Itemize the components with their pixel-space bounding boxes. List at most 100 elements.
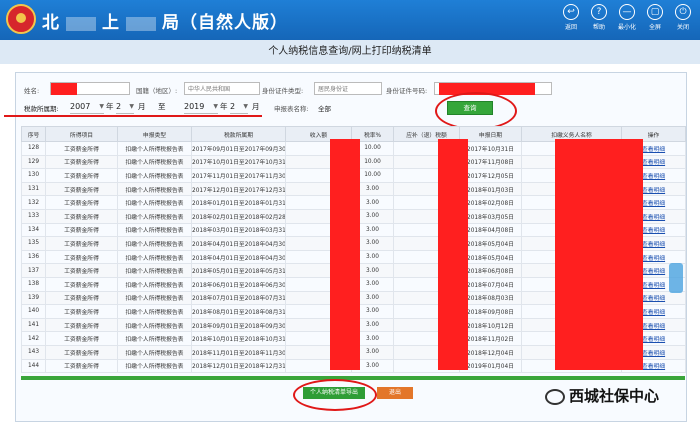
redaction-blur [66,17,96,32]
toolbar-label: 关闭 [676,24,689,31]
wechat-icon [545,388,565,405]
identity-row: 姓名: 国籍（地区）: 中华人民共和国 身份证件类型: 居民身份证 身份证件号码… [0,82,670,98]
table-cell: 2018年01月01日至2018年01月31 [191,195,286,210]
app-title-part1: 北 [42,13,60,32]
side-float-tab[interactable] [669,263,683,293]
column-header: 所得项目 [45,126,118,142]
table-cell: 134 [21,222,46,238]
year-unit-label: 年 [106,102,114,111]
table-cell: 2018年02月01日至2018年02月28 [191,208,286,224]
table-cell: 扣缴个人所得税报告表 [117,195,192,210]
to-month-value: 2 [230,102,236,111]
table-cell: 扣缴个人所得税报告表 [117,358,192,374]
table-cell: 扣缴个人所得税报告表 [117,344,192,360]
table-cell: 扣缴个人所得税报告表 [117,249,192,265]
column-header: 申报日期 [459,126,522,142]
toolbar-button-fullscreen[interactable]: ▢ 全屏 [644,4,666,31]
table-cell: 2017年09月01日至2017年09月30 [191,141,286,156]
table-cell: 工资薪金所得 [45,344,118,360]
to-year-value: 2019 [184,102,205,111]
table-cell: 2018年07月04日 [459,276,522,292]
table-cell: 工资薪金所得 [45,168,118,183]
table-cell: 工资薪金所得 [45,222,118,238]
table-cell: 2017年12月05日 [459,168,522,183]
table-cell: 扣缴个人所得税报告表 [117,154,192,170]
table-cell: 扣缴个人所得税报告表 [117,317,192,333]
table-cell: 2017年11月01日至2017年11月30 [191,168,286,183]
toolbar-button-help[interactable]: ? 帮助 [588,4,610,31]
table-cell: 扣缴个人所得税报告表 [117,141,192,156]
table-cell: 2017年11月08日 [459,154,522,170]
table-cell: 2018年01月03日 [459,181,522,197]
to-label: 至 [158,102,166,111]
table-cell: 2018年10月12日 [459,317,522,333]
table-cell: 2017年12月01日至2017年12月31 [191,181,286,197]
report-name-select[interactable]: 全部 [318,103,331,113]
table-cell: 2018年06月08日 [459,263,522,278]
table-cell: 工资薪金所得 [45,290,118,306]
name-label: 姓名: [24,87,40,95]
table-cell: 128 [21,141,46,156]
table-cell: 2017年10月01日至2017年10月31 [191,154,286,170]
table-cell: 2017年10月31日 [459,141,522,156]
table-cell: 131 [21,181,46,197]
table-cell: 扣缴个人所得税报告表 [117,304,192,319]
from-year-value: 2007 [70,102,91,111]
watermark-text: 西城社保中心 [569,387,660,405]
name-field[interactable] [50,82,130,95]
table-cell: 135 [21,236,46,251]
toolbar-label: 帮助 [592,24,605,31]
annotation-circle [293,379,377,411]
table-cell: 工资薪金所得 [45,236,118,251]
table-cell: 137 [21,263,46,278]
month-unit-label: 月 [138,102,146,111]
year-unit-label: 年 [220,102,228,111]
from-year-select[interactable]: 2007 ▼ [70,100,104,114]
toolbar-button-minimize[interactable]: — 最小化 [616,4,638,31]
from-month-select[interactable]: 2 ▼ [116,100,134,114]
close-icon: ⏻ [675,4,691,20]
redaction-box [438,139,468,370]
table-cell: 133 [21,208,46,224]
nationality-label: 国籍（地区）: [136,87,178,95]
table-cell: 工资薪金所得 [45,317,118,333]
table-cell: 2018年11月02日 [459,331,522,346]
help-icon: ? [591,4,607,20]
top-bar: 北 上 局（自然人版） ↩ 返回? 帮助 — 最小化 ▢ 全屏 ⏻ 关闭 [0,0,700,40]
table-cell: 144 [21,358,46,374]
minimize-icon: — [619,4,635,20]
watermark: 西城社保中心 [545,385,659,406]
to-year-select[interactable]: 2019 ▼ [184,100,218,114]
month-unit-label: 月 [252,102,260,111]
id-type-label: 身份证件类型: [262,87,304,95]
redaction-blur [126,17,156,32]
table-cell: 2018年10月01日至2018年10月31 [191,331,286,346]
table-cell: 2019年01月04日 [459,358,522,374]
table-cell: 工资薪金所得 [45,276,118,292]
table-cell: 扣缴个人所得税报告表 [117,208,192,224]
table-cell: 143 [21,344,46,360]
nationality-field[interactable]: 中华人民共和国 [184,82,260,95]
table-cell: 2018年04月08日 [459,222,522,238]
back-icon: ↩ [563,4,579,20]
toolbar-button-close[interactable]: ⏻ 关闭 [672,4,694,31]
toolbar-button-back[interactable]: ↩ 返回 [560,4,582,31]
table-cell: 2018年07月01日至2018年07月31 [191,290,286,306]
to-month-select[interactable]: 2 ▼ [230,100,248,114]
exit-button[interactable]: 退出 [377,387,413,399]
table-cell: 2018年05月04日 [459,236,522,251]
table-cell: 2018年03月01日至2018年03月31 [191,222,286,238]
id-type-field[interactable]: 居民身份证 [314,82,382,95]
table-cell: 工资薪金所得 [45,358,118,374]
table-cell: 2018年04月01日至2018年04月30 [191,236,286,251]
progress-divider [21,376,685,380]
table-cell: 129 [21,154,46,170]
page-title: 个人纳税信息查询/网上打印纳税清单 [0,40,700,64]
annotation-underline [4,115,262,117]
table-cell: 工资薪金所得 [45,141,118,156]
column-header: 序号 [21,126,46,142]
app-title: 北 上 局（自然人版） [42,8,288,33]
toolbar-label: 最小化 [617,24,636,31]
table-cell: 工资薪金所得 [45,208,118,224]
period-row: 税款所属期: 2007 ▼ 年 2 ▼ 月 至 2019 ▼ 年 2 ▼ 月 申报表名称… [0,100,670,116]
